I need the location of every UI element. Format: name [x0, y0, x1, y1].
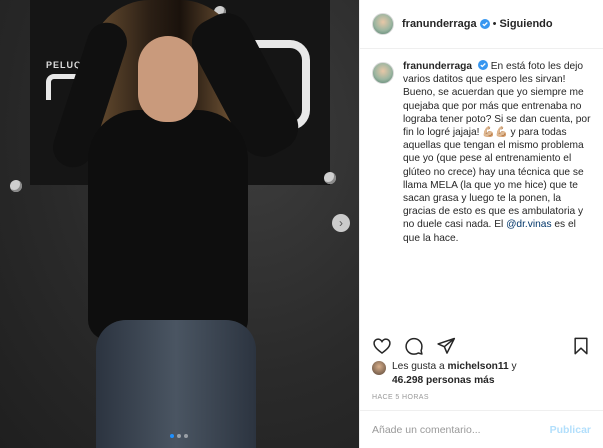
person-body — [88, 110, 248, 340]
avatar[interactable] — [372, 62, 394, 84]
carousel-dot-active — [170, 434, 174, 438]
caption-body-2: y para todas aquellas que tengan el mism… — [403, 127, 584, 231]
likes-text: Les gusta a michelson11 y 46.298 persona… — [392, 360, 517, 387]
post-photo[interactable]: PELUQ › — [0, 0, 359, 448]
carousel-dots — [170, 434, 188, 438]
comment-input[interactable] — [372, 423, 550, 436]
avatar[interactable] — [372, 13, 394, 35]
share-icon[interactable] — [436, 336, 456, 356]
likes-summary: Les gusta a michelson11 y 46.298 persona… — [372, 360, 591, 387]
publish-button[interactable]: Publicar — [550, 424, 591, 436]
header-separator: • — [492, 18, 497, 30]
wall-bolt — [324, 172, 336, 184]
avatar[interactable] — [372, 361, 386, 375]
chevron-right-icon[interactable]: › — [332, 214, 350, 232]
caption-emoji: 💪🏼💪🏼 — [482, 127, 508, 139]
likes-middle: y — [508, 361, 517, 372]
comment-form: Publicar — [360, 410, 603, 448]
post-timestamp[interactable]: HACE 5 HORAS — [372, 394, 429, 401]
likes-count-link[interactable]: 46.298 personas más — [392, 375, 495, 386]
bookmark-icon[interactable] — [571, 336, 591, 356]
carousel-dot — [184, 434, 188, 438]
verified-badge-icon — [479, 19, 490, 29]
likes-user-link[interactable]: michelson11 — [448, 361, 509, 372]
caption-mention-link[interactable]: @dr.vinas — [506, 219, 551, 230]
wall-bolt — [10, 180, 22, 192]
post-side-panel: franunderraga • Siguiendo franunderraga … — [359, 0, 603, 448]
heart-icon[interactable] — [372, 336, 392, 356]
header-username[interactable]: franunderraga — [402, 18, 477, 30]
caption-username[interactable]: franunderraga — [403, 61, 472, 72]
person-legs — [96, 320, 256, 448]
post-header: franunderraga • Siguiendo — [360, 0, 603, 49]
likes-prefix: Les gusta a — [392, 361, 448, 372]
caption-text: franunderraga En está foto les dejo vari… — [403, 60, 593, 320]
following-button[interactable]: Siguiendo — [499, 18, 552, 30]
person-face — [138, 36, 198, 122]
carousel-dot — [177, 434, 181, 438]
post-actions — [372, 334, 591, 358]
verified-badge-icon — [477, 60, 488, 70]
comment-icon[interactable] — [404, 336, 424, 356]
caption-area: franunderraga En está foto les dejo vari… — [372, 60, 593, 320]
